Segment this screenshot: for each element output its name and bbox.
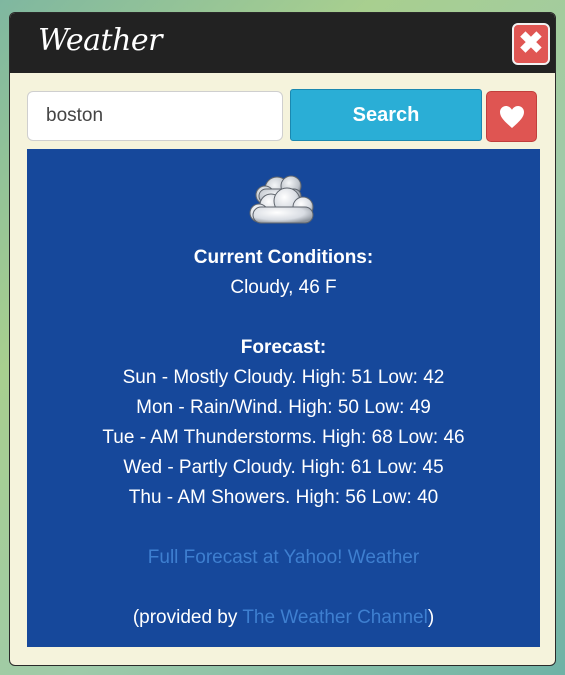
forecast-day: Thu - AM Showers. High: 56 Low: 40 bbox=[128, 487, 439, 508]
provided-by-suffix: ) bbox=[427, 607, 435, 628]
heart-icon bbox=[500, 106, 524, 128]
search-button[interactable]: Search bbox=[290, 89, 482, 141]
full-forecast-link[interactable]: Full Forecast at Yahoo! Weather bbox=[148, 547, 419, 568]
search-input[interactable] bbox=[27, 91, 283, 141]
widget-title: Weather bbox=[38, 23, 163, 58]
forecast-heading: Forecast: bbox=[240, 337, 327, 358]
forecast-day: Wed - Partly Cloudy. High: 61 Low: 45 bbox=[123, 457, 444, 478]
current-conditions-heading: Current Conditions: bbox=[193, 247, 374, 268]
close-icon: ✖ bbox=[518, 27, 544, 60]
forecast-day: Sun - Mostly Cloudy. High: 51 Low: 42 bbox=[122, 367, 445, 388]
title-bar: Weather ✖ bbox=[10, 13, 555, 73]
provided-by-text: (provided by The Weather Channel) bbox=[27, 606, 540, 630]
current-conditions-value: Cloudy, 46 F bbox=[230, 277, 337, 298]
forecast-day: Tue - AM Thunderstorms. High: 68 Low: 46 bbox=[102, 427, 465, 448]
forecast-day: Mon - Rain/Wind. High: 50 Low: 49 bbox=[136, 397, 431, 418]
weather-panel: Current Conditions: Cloudy, 46 F Forecas… bbox=[27, 149, 540, 647]
cloudy-icon bbox=[249, 175, 314, 224]
weather-channel-link[interactable]: The Weather Channel bbox=[242, 607, 428, 628]
weather-widget: Weather ✖ Search bbox=[9, 12, 556, 666]
provided-by-prefix: (provided by bbox=[132, 607, 243, 628]
close-button[interactable]: ✖ bbox=[512, 23, 550, 65]
favorite-button[interactable] bbox=[486, 91, 537, 142]
